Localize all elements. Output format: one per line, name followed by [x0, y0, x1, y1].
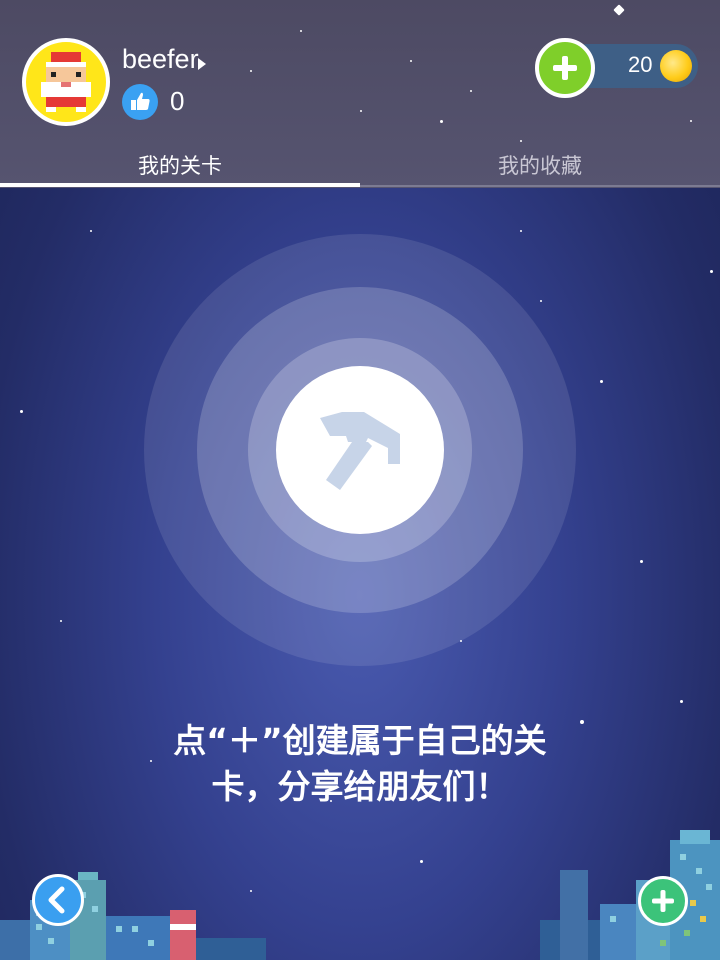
tab-divider — [360, 185, 720, 187]
tab-my-levels[interactable]: 我的关卡 — [0, 150, 360, 180]
hammer-icon — [312, 402, 408, 498]
gold-coin-icon — [660, 50, 692, 82]
username-edit-icon[interactable] — [198, 58, 206, 70]
active-tab-indicator — [0, 183, 360, 187]
add-level-button[interactable] — [638, 876, 688, 926]
username: beefer — [122, 44, 199, 74]
empty-state-line-1: 点“＋”创建属于自己的关 — [173, 721, 547, 760]
pixel-santa-avatar-icon — [41, 52, 91, 112]
back-button[interactable] — [32, 874, 84, 926]
coin-count: 20 — [628, 52, 653, 77]
empty-state-line-2: 卡，分享给朋友们！ — [211, 767, 509, 806]
avatar[interactable] — [22, 38, 110, 126]
like-count: 0 — [170, 86, 185, 116]
add-coins-button[interactable] — [535, 38, 595, 98]
chevron-left-icon — [48, 886, 65, 914]
plus-icon — [553, 56, 577, 80]
pixel-city-skyline — [0, 830, 720, 960]
thumbs-up-icon — [122, 84, 158, 120]
plus-icon — [652, 890, 674, 912]
tab-my-favorites[interactable]: 我的收藏 — [360, 150, 720, 180]
empty-state-message: 点“＋”创建属于自己的关 卡，分享给朋友们！ — [120, 718, 600, 810]
